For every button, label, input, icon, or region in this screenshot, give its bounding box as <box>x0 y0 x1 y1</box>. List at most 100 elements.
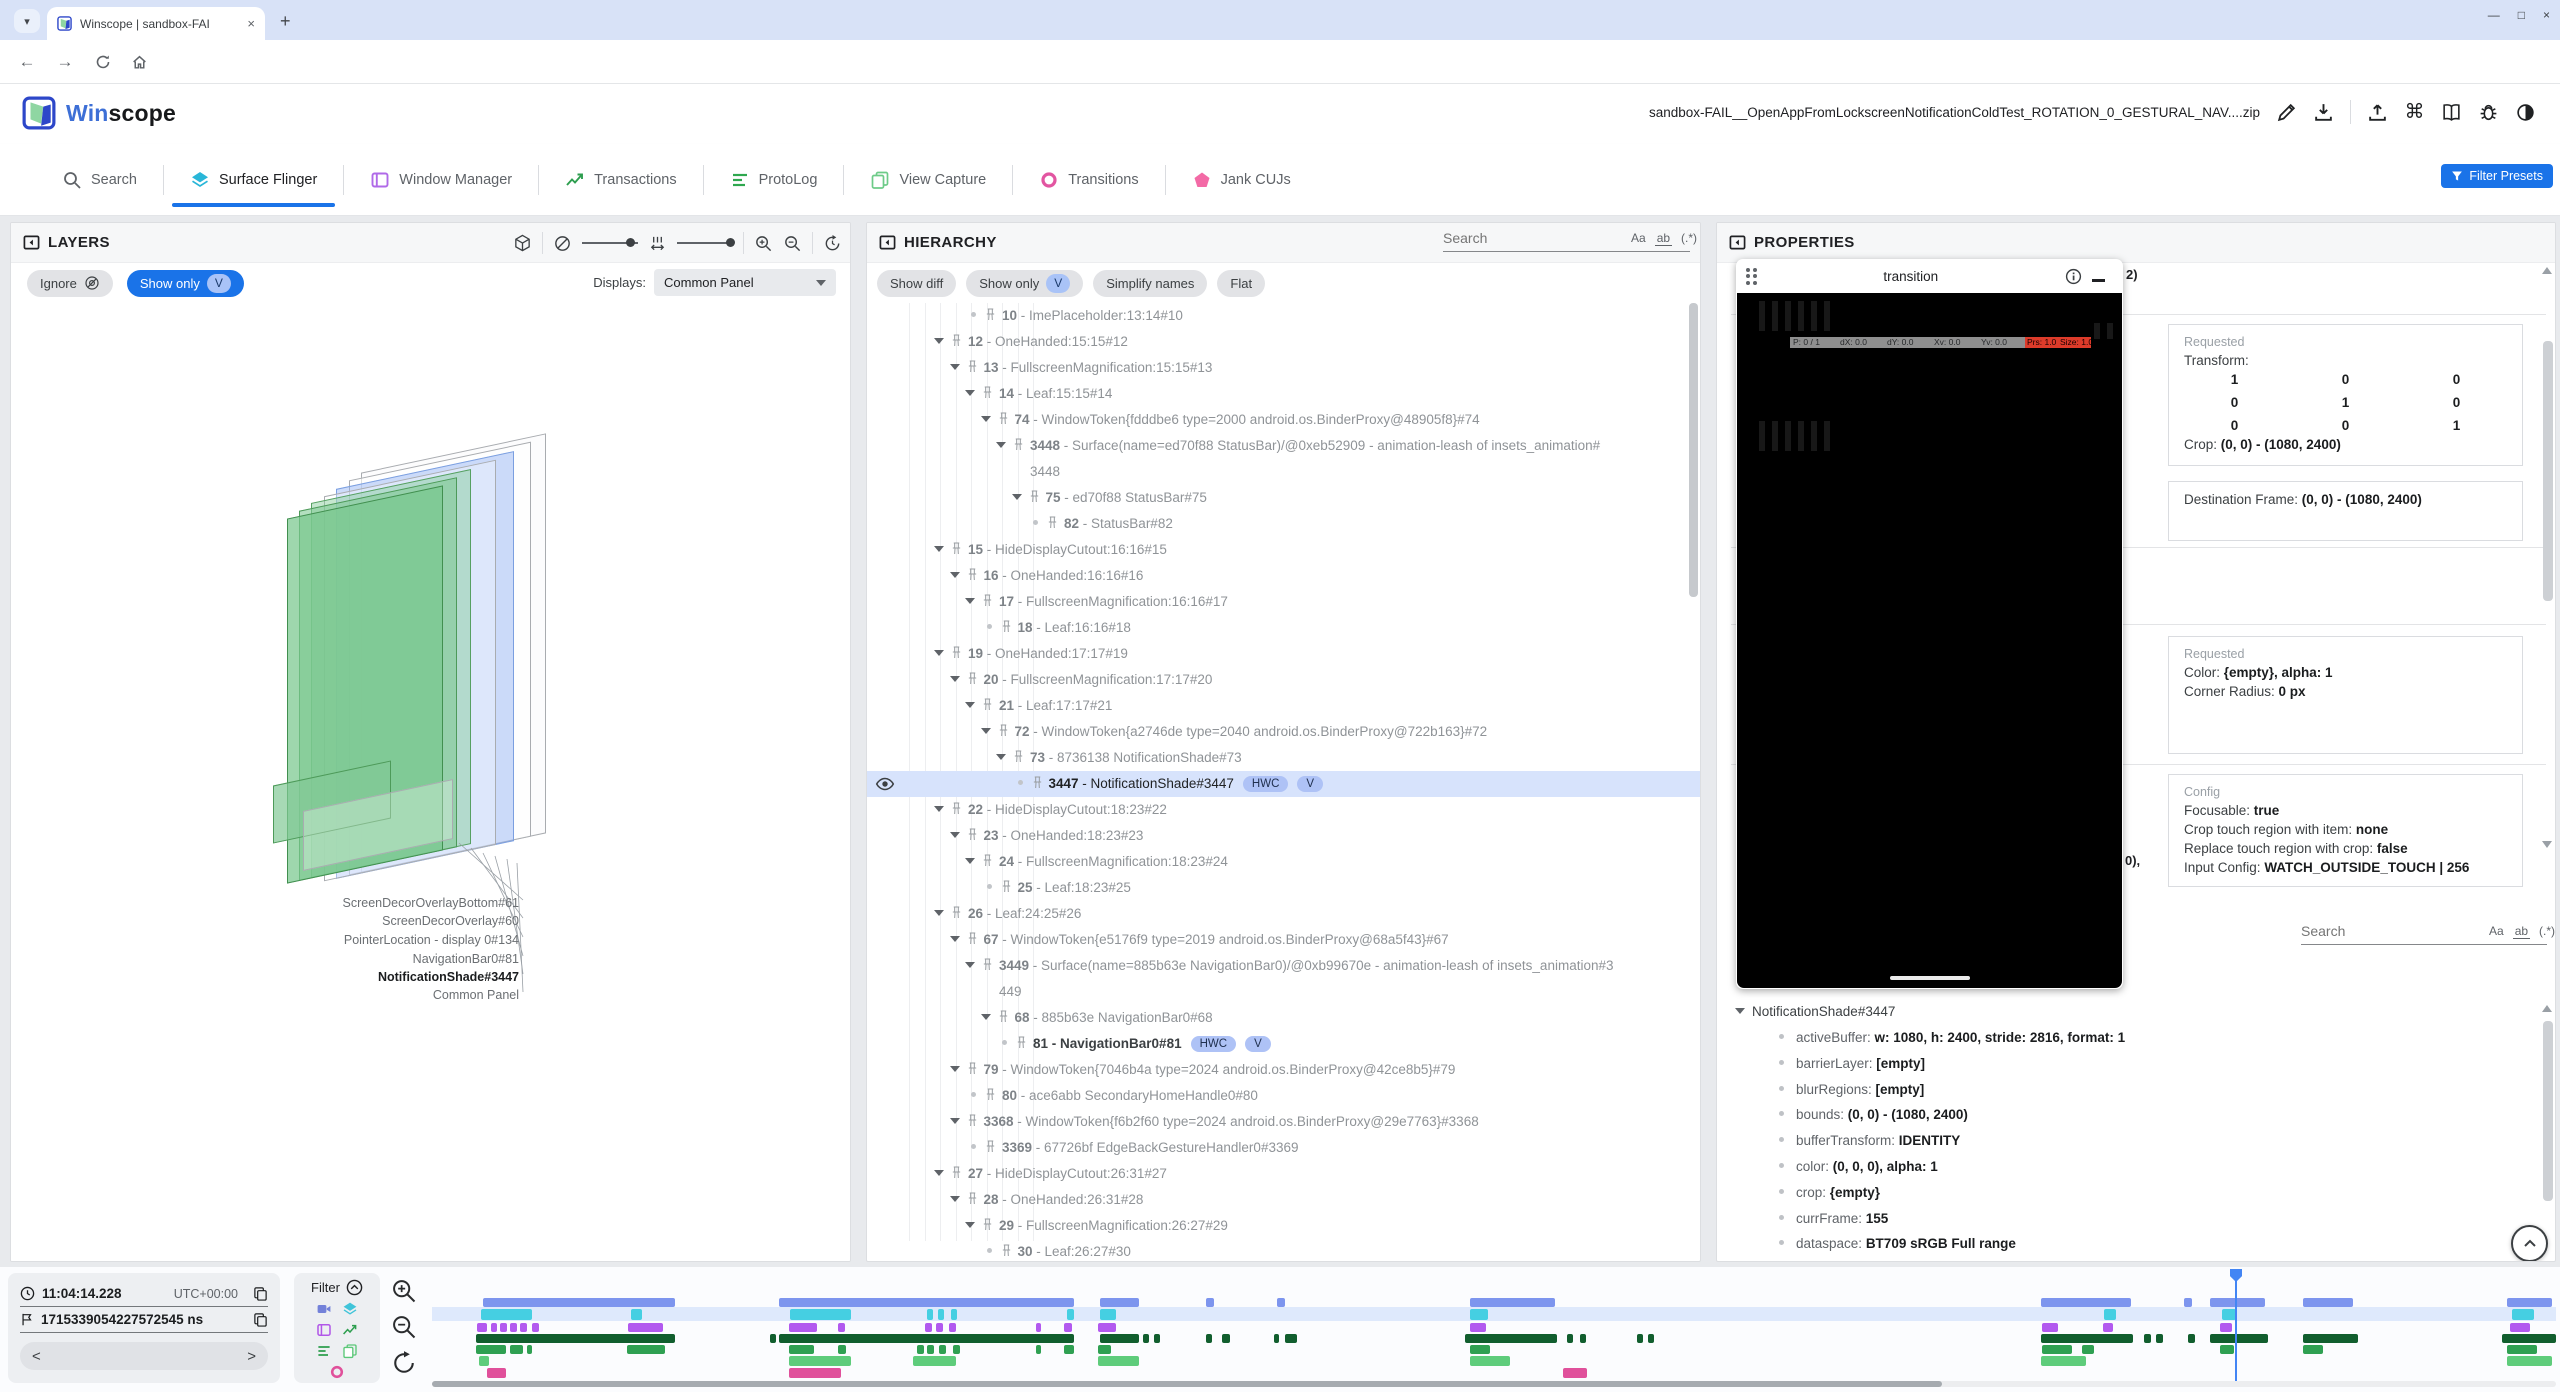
pin-icon[interactable] <box>982 1218 993 1231</box>
human-time-row[interactable]: 11:04:14.228 UTC+00:00 <box>20 1281 268 1307</box>
tab-close-icon[interactable]: × <box>247 16 255 31</box>
trace-tab-search[interactable]: Search <box>36 144 163 215</box>
tree-row[interactable]: 27 - HideDisplayCutout:26:31#27 <box>867 1161 1700 1187</box>
expander-icon[interactable] <box>965 702 975 708</box>
expander-icon[interactable] <box>965 1222 975 1228</box>
expander-icon[interactable] <box>934 806 944 812</box>
pin-icon[interactable] <box>982 958 993 971</box>
properties-search-input[interactable] <box>2301 923 2482 939</box>
docs-book-icon[interactable] <box>2441 102 2462 123</box>
tree-row[interactable]: 22 - HideDisplayCutout:18:23#22 <box>867 797 1700 823</box>
tree-row[interactable]: 23 - OneHanded:18:23#23 <box>867 823 1700 849</box>
pin-icon[interactable] <box>998 1010 1009 1023</box>
pin-icon[interactable] <box>951 646 962 659</box>
download-icon[interactable] <box>2313 102 2334 123</box>
expander-icon[interactable] <box>934 1170 944 1176</box>
tree-row[interactable]: 17 - FullscreenMagnification:16:16#17 <box>867 589 1700 615</box>
pin-icon[interactable] <box>982 698 993 711</box>
chip-show-only[interactable]: Show onlyV <box>966 270 1083 297</box>
match-case-toggle[interactable]: Aa <box>1629 231 1648 246</box>
browser-tab[interactable]: Winscope | sandbox-FAI × <box>47 7 265 40</box>
tree-row[interactable]: 21 - Leaf:17:17#21 <box>867 693 1700 719</box>
scrollbar-thumb[interactable] <box>2543 1021 2553 1201</box>
trace-tab-window-manager[interactable]: Window Manager <box>344 144 538 215</box>
pin-icon[interactable] <box>951 542 962 555</box>
pin-icon[interactable] <box>998 412 1009 425</box>
pin-icon[interactable] <box>967 672 978 685</box>
tree-row[interactable]: 82 - StatusBar#82 <box>867 511 1700 537</box>
pin-icon[interactable] <box>1032 776 1043 789</box>
pin-icon[interactable] <box>967 568 978 581</box>
filter-presets-button[interactable]: Filter Presets <box>2441 164 2553 188</box>
filter-camera-icon[interactable] <box>316 1301 332 1317</box>
expander-icon[interactable] <box>934 338 944 344</box>
upload-icon[interactable] <box>2367 102 2388 123</box>
hierarchy-search[interactable]: Aaab(.*) <box>1443 230 1690 252</box>
show-only-chip[interactable]: Show only V <box>127 270 244 297</box>
pin-icon[interactable] <box>1001 620 1012 633</box>
tree-row[interactable]: 3369 - 67726bf EdgeBackGestureHandler0#3… <box>867 1135 1700 1161</box>
tree-row[interactable]: 25 - Leaf:18:23#25 <box>867 875 1700 901</box>
pin-icon[interactable] <box>967 1192 978 1205</box>
tree-row[interactable]: 12 - OneHanded:15:15#12 <box>867 329 1700 355</box>
collapse-filter-icon[interactable] <box>346 1279 363 1296</box>
scrollbar-thumb[interactable] <box>2543 341 2553 601</box>
expander-icon[interactable] <box>950 1066 960 1072</box>
expander-icon[interactable] <box>1735 1008 1745 1014</box>
copy-icon[interactable] <box>253 1312 268 1327</box>
pin-icon[interactable] <box>985 1140 996 1153</box>
expander-icon[interactable] <box>965 390 975 396</box>
pin-icon[interactable] <box>967 360 978 373</box>
expander-icon[interactable] <box>981 1014 991 1020</box>
proto-root-row[interactable]: NotificationShade#3447 <box>1735 999 1895 1025</box>
tree-row[interactable]: 79 - WindowToken{7046b4a type=2024 andro… <box>867 1057 1700 1083</box>
pin-icon[interactable] <box>982 854 993 867</box>
scrollbar-thumb[interactable] <box>432 1381 1942 1387</box>
tree-row[interactable]: 16 - OneHanded:16:16#16 <box>867 563 1700 589</box>
scroll-to-top-button[interactable] <box>2511 1225 2548 1262</box>
tree-row[interactable]: 15 - HideDisplayCutout:16:16#15 <box>867 537 1700 563</box>
chip-flat[interactable]: Flat <box>1217 270 1265 297</box>
layers-3d-canvas[interactable]: ScreenDecorOverlayBottom#61ScreenDecorOv… <box>11 303 850 1261</box>
zoom-in-icon[interactable] <box>754 234 773 253</box>
trace-tab-surface-flinger[interactable]: Surface Flinger <box>164 144 343 215</box>
expander-icon[interactable] <box>1012 494 1022 500</box>
expander-icon[interactable] <box>950 364 960 370</box>
scroll-down-arrow[interactable] <box>2542 841 2552 848</box>
maximize-icon[interactable]: □ <box>2518 8 2525 22</box>
tree-row[interactable]: 72 - WindowToken{a2746de type=2040 andro… <box>867 719 1700 745</box>
tree-row[interactable]: 67 - WindowToken{e5176f9 type=2019 andro… <box>867 927 1700 953</box>
pin-icon[interactable] <box>967 1062 978 1075</box>
collapse-panel-icon[interactable] <box>879 234 896 251</box>
back-button[interactable]: ← <box>16 51 38 73</box>
expander-icon[interactable] <box>996 442 1006 448</box>
pin-icon[interactable] <box>967 828 978 841</box>
transition-overlay-card[interactable]: transition P: 0 / 1dX: 0.0dY: 0.0Xv: 0.0… <box>1736 259 2123 989</box>
tree-row[interactable]: 3448 - Surface(name=ed70f88 StatusBar)/@… <box>867 433 1700 485</box>
ignore-chip[interactable]: Ignore <box>27 270 113 297</box>
pin-icon[interactable] <box>1029 490 1040 503</box>
pin-icon[interactable] <box>967 932 978 945</box>
tree-row[interactable]: 19 - OneHanded:17:17#19 <box>867 641 1700 667</box>
pin-icon[interactable] <box>951 802 962 815</box>
pin-icon[interactable] <box>982 594 993 607</box>
reset-view-icon[interactable] <box>823 234 842 253</box>
filter-transitions-icon[interactable] <box>329 1364 345 1380</box>
filter-chart-icon[interactable] <box>342 1322 358 1338</box>
chip-simplify-names[interactable]: Simplify names <box>1093 270 1207 297</box>
expander-icon[interactable] <box>950 832 960 838</box>
tree-row[interactable]: 26 - Leaf:24:25#26 <box>867 901 1700 927</box>
shortcuts-icon[interactable]: ⌘ <box>2404 102 2425 123</box>
expander-icon[interactable] <box>950 676 960 682</box>
zoom-out-icon[interactable] <box>783 234 802 253</box>
copy-icon[interactable] <box>253 1286 268 1301</box>
tree-row[interactable]: 10 - ImePlaceholder:13:14#10 <box>867 303 1700 329</box>
expander-icon[interactable] <box>934 650 944 656</box>
collapse-panel-icon[interactable] <box>23 234 40 251</box>
tree-row[interactable]: 14 - Leaf:15:15#14 <box>867 381 1700 407</box>
rotation-slider[interactable] <box>582 242 638 244</box>
pin-icon[interactable] <box>1047 516 1058 529</box>
tree-row[interactable]: 13 - FullscreenMagnification:15:15#13 <box>867 355 1700 381</box>
expander-icon[interactable] <box>950 572 960 578</box>
close-icon[interactable]: × <box>2543 8 2550 22</box>
